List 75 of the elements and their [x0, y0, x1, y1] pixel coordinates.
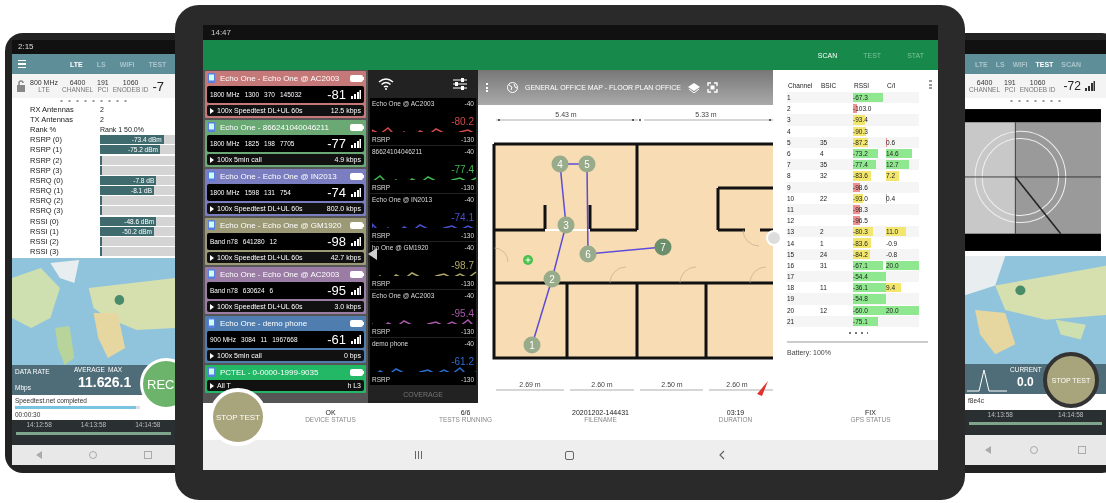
phone-icon — [207, 269, 216, 279]
signal-icon — [351, 286, 361, 295]
signal-reading: -95 — [327, 283, 346, 298]
recents-icon[interactable] — [414, 451, 422, 459]
device-name: Echo One - Echo One @ AC2003 — [220, 73, 341, 83]
play-icon[interactable] — [210, 205, 214, 212]
phone-icon — [207, 367, 216, 377]
battery-icon — [350, 368, 364, 376]
signal-reading: -7 — [152, 78, 165, 94]
more-icon[interactable] — [929, 80, 932, 89]
device-name: Echo One - Echo One @ GM1920 — [220, 220, 343, 230]
status-time: 2:15 — [18, 42, 34, 51]
phone-icon — [207, 171, 216, 181]
home-icon[interactable] — [565, 450, 575, 460]
settings-icon[interactable] — [452, 77, 468, 91]
battery-icon — [350, 270, 364, 278]
device-name: Echo One - Echo One @ AC2003 — [220, 269, 341, 279]
chart-value: -74.1 — [451, 211, 474, 223]
play-icon[interactable] — [210, 382, 214, 389]
chart-value: -77.4 — [451, 163, 474, 175]
signal-icon — [351, 237, 361, 246]
signal-reading: -77 — [327, 136, 346, 151]
play-icon[interactable] — [210, 254, 214, 261]
fullscreen-icon[interactable] — [706, 82, 718, 93]
signal-icon — [351, 335, 361, 344]
signal-icon — [351, 188, 361, 197]
chart-value: -80.2 — [451, 115, 474, 127]
signal-reading: -74 — [327, 185, 346, 200]
play-icon[interactable] — [210, 352, 214, 359]
battery-icon — [350, 221, 364, 229]
signal-reading: -98 — [327, 234, 346, 249]
battery-icon — [350, 172, 364, 180]
route-point[interactable]: 6 — [579, 245, 597, 263]
signal-reading: -72 — [1063, 79, 1081, 93]
signal-icon — [1084, 81, 1095, 91]
chart-value: -61.2 — [451, 355, 474, 367]
battery-icon — [350, 123, 364, 131]
lock-icon — [16, 80, 26, 92]
phone-icon — [207, 73, 216, 83]
chart-value: -98.7 — [451, 259, 474, 271]
phone-icon — [207, 318, 216, 328]
phone-icon — [207, 220, 216, 230]
globe-icon — [507, 82, 518, 93]
record-button[interactable]: REC — [140, 358, 175, 410]
back-icon[interactable] — [718, 450, 727, 460]
chart-value: -95.4 — [451, 307, 474, 319]
route-point[interactable]: 2 — [543, 270, 561, 288]
menu-icon[interactable] — [18, 59, 26, 69]
device-name: Echo One - demo phone — [220, 318, 309, 328]
play-icon[interactable] — [210, 107, 214, 114]
route-point[interactable]: 7 — [654, 238, 672, 256]
wifi-icon[interactable] — [378, 78, 394, 90]
route-point[interactable]: 5 — [578, 155, 596, 173]
device-name: PCTEL - 0-0000-1999-9035 — [220, 367, 320, 377]
signal-icon — [351, 90, 361, 99]
play-icon[interactable] — [210, 303, 214, 310]
collapse-icon[interactable] — [368, 248, 377, 260]
battery-icon — [350, 74, 364, 82]
signal-icon — [351, 139, 361, 148]
signal-reading: -81 — [327, 87, 346, 102]
device-name: Echo One - Echo One @ IN2013 — [220, 171, 338, 181]
status-time: 14:47 — [211, 28, 232, 37]
battery-icon — [350, 319, 364, 327]
play-icon[interactable] — [210, 156, 214, 163]
route-point[interactable]: 1 — [523, 336, 541, 354]
device-name: Echo One - 866241040046211 — [220, 122, 330, 132]
max-value: 26.1 — [104, 374, 132, 390]
average-value: 11.6 — [78, 374, 105, 390]
route-point[interactable]: 4 — [551, 155, 569, 173]
route-point[interactable]: 3 — [557, 216, 575, 234]
compass-icon[interactable] — [757, 381, 768, 396]
current-value: 0.0 — [1017, 375, 1034, 389]
signal-reading: -61 — [327, 332, 346, 347]
phone-icon — [207, 122, 216, 132]
layers-icon[interactable] — [687, 82, 700, 93]
